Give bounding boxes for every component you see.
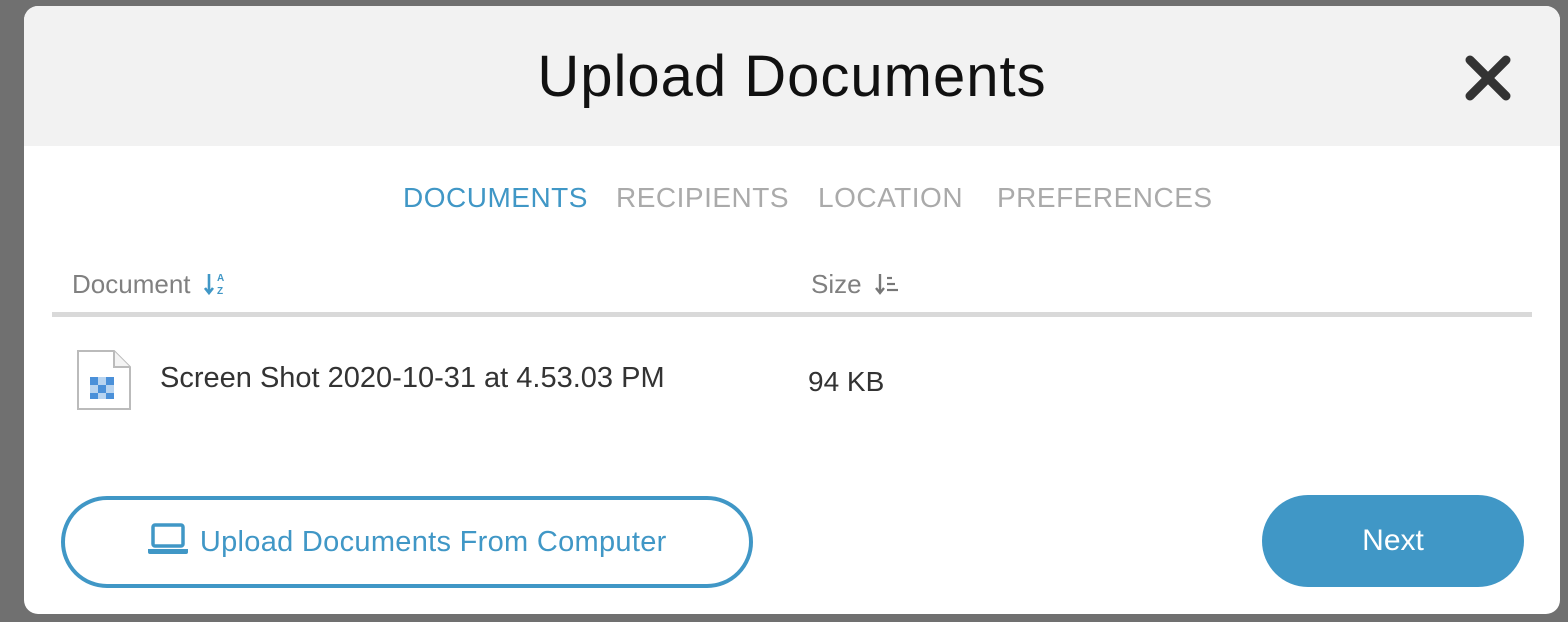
tab-documents[interactable]: DOCUMENTS <box>403 178 588 218</box>
next-button[interactable]: Next <box>1262 495 1524 587</box>
svg-text:A: A <box>217 273 224 284</box>
upload-documents-modal: Upload Documents DOCUMENTS RECIPIENTS LO… <box>24 6 1560 614</box>
size-column-label: Size <box>811 269 862 299</box>
document-column-label: Document <box>72 269 191 299</box>
wizard-tabs: DOCUMENTS RECIPIENTS LOCATION PREFERENCE… <box>24 178 1560 218</box>
svg-text:Z: Z <box>217 286 223 297</box>
modal-header: Upload Documents <box>24 6 1560 146</box>
document-size: 94 KB <box>808 366 885 397</box>
modal-title: Upload Documents <box>537 44 1047 109</box>
documents-table-header: Document A Z Size <box>52 262 1532 317</box>
table-row[interactable]: Screen Shot 2020-10-31 at 4.53.03 PM 94 … <box>52 346 1532 416</box>
size-column-header[interactable]: Size <box>811 266 899 302</box>
tab-recipients[interactable]: RECIPIENTS <box>616 178 789 218</box>
document-column-header[interactable]: Document A Z <box>72 266 228 302</box>
upload-from-computer-button[interactable]: Upload Documents From Computer <box>61 496 753 588</box>
close-icon <box>1465 55 1511 101</box>
tab-location[interactable]: LOCATION <box>818 178 963 218</box>
image-file-icon <box>76 349 132 411</box>
tab-preferences[interactable]: PREFERENCES <box>997 178 1213 218</box>
laptop-icon <box>148 523 189 554</box>
sort-alpha-asc-icon: A Z <box>203 273 224 297</box>
document-name: Screen Shot 2020-10-31 at 4.53.03 PM <box>160 362 665 394</box>
close-button[interactable] <box>1460 50 1516 106</box>
sort-amount-icon <box>874 274 898 296</box>
upload-button-label: Upload Documents From Computer <box>199 526 667 558</box>
